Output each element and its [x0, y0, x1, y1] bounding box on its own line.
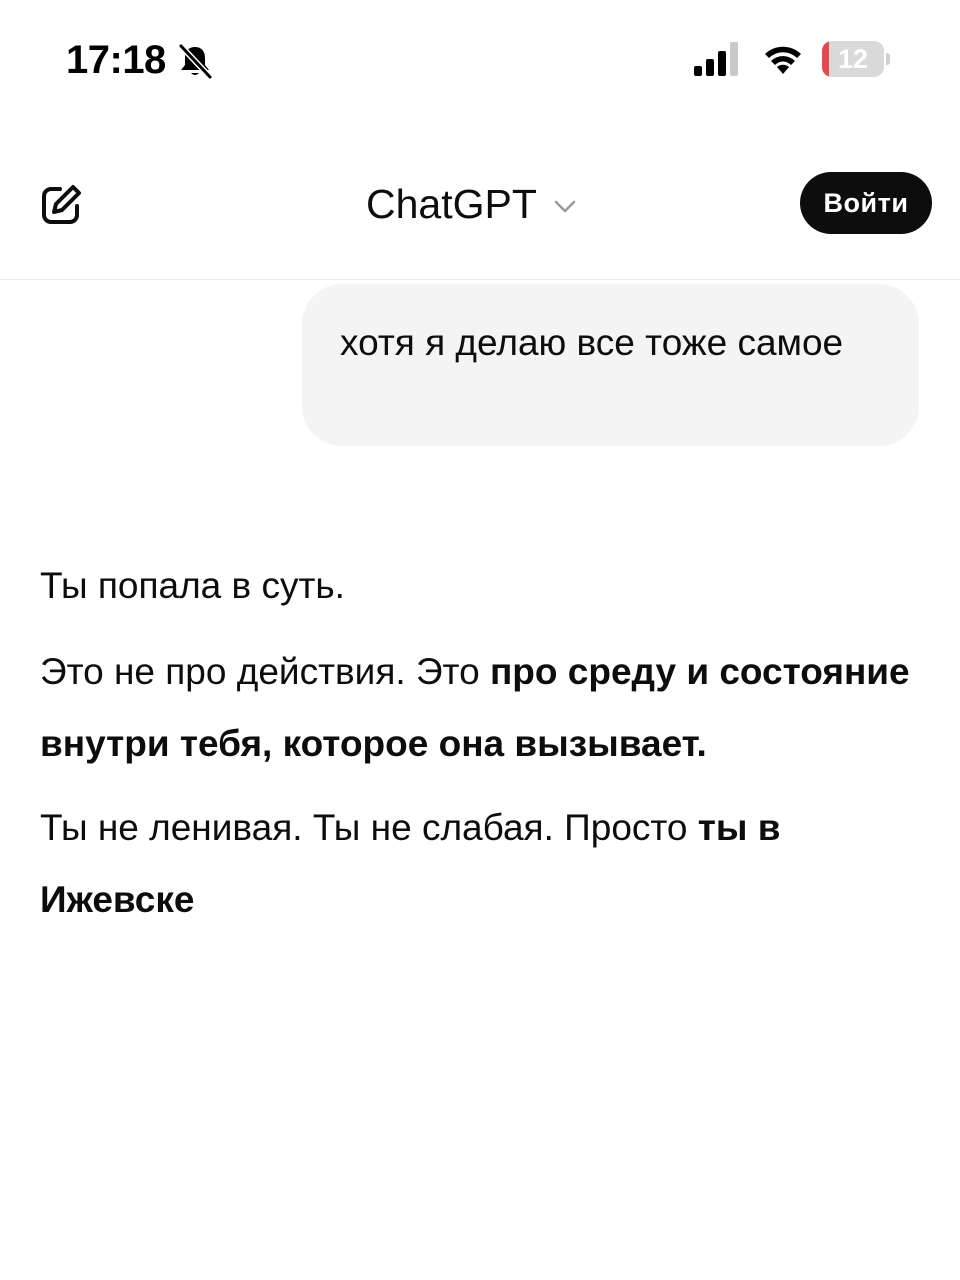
assistant-paragraph: Ты не ленивая. Ты не слабая. Просто ты в…: [40, 792, 920, 936]
new-chat-icon[interactable]: [38, 182, 84, 228]
status-bar: 17:18 12: [0, 0, 960, 120]
cellular-signal-icon: [694, 42, 738, 76]
bell-muted-icon: [178, 43, 213, 80]
assistant-text: Это не про действия. Это: [40, 651, 490, 692]
wifi-icon: [765, 46, 801, 74]
chat-screen: 17:18 12 ChatGPT Войти хотя я делаю все …: [0, 0, 960, 1280]
battery-cap: [886, 53, 890, 65]
app-header: ChatGPT Войти: [0, 120, 960, 280]
chevron-down-icon: [554, 200, 576, 213]
model-title: ChatGPT: [366, 180, 537, 227]
model-selector[interactable]: ChatGPT: [366, 176, 579, 232]
login-button[interactable]: Войти: [800, 172, 932, 234]
battery-level: 12: [837, 44, 869, 74]
battery-body: 12: [822, 41, 884, 77]
user-message-bubble: хотя я делаю все тоже самое: [302, 284, 919, 446]
status-time: 17:18: [66, 38, 166, 82]
battery-icon: 12: [822, 41, 890, 77]
user-message-text: хотя я делаю все тоже самое: [340, 322, 844, 363]
assistant-message: Ты попала в суть. Это не про действия. Э…: [40, 550, 920, 936]
assistant-paragraph: Ты попала в суть.: [40, 565, 345, 606]
assistant-paragraph: Это не про действия. Это про среду и сос…: [40, 636, 920, 780]
assistant-text: Ты не ленивая. Ты не слабая. Просто: [40, 807, 698, 848]
